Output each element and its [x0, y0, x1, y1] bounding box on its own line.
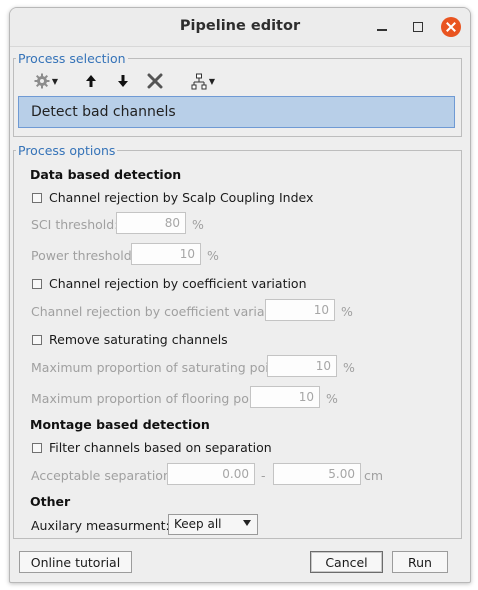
saturating-label: Remove saturating channels [49, 332, 228, 347]
selected-process-item[interactable]: Detect bad channels [31, 104, 176, 120]
sci-rejection-checkbox[interactable] [32, 192, 42, 203]
maximize-button[interactable] [408, 17, 428, 37]
delete-icon [147, 73, 163, 89]
cv-rejection-label: Channel rejection by coefficient variati… [49, 276, 307, 291]
separation-label: Filter channels based on separation [49, 440, 272, 455]
saturating-checkbox-row[interactable]: Remove saturating channels [32, 332, 228, 347]
move-up-button[interactable] [82, 71, 100, 91]
power-threshold-unit: % [207, 248, 219, 263]
gear-menu-button[interactable]: ▼ [30, 71, 62, 91]
separation-unit: cm [364, 468, 384, 483]
chevron-down-icon [243, 520, 251, 526]
cv-value-label: Channel rejection by coefficient variati… [31, 304, 289, 319]
pipeline-editor-window: Pipeline editor Process selection ▼ ▼ De… [9, 7, 471, 583]
auxiliary-measurement-label: Auxilary measurment: [31, 518, 170, 533]
pipeline-tree-icon [191, 73, 207, 89]
max-flooring-input[interactable]: 10 [250, 386, 320, 408]
process-selection-legend: Process selection [18, 51, 126, 66]
separation-dash: - [261, 468, 266, 483]
arrow-down-icon [118, 75, 128, 87]
cancel-button[interactable]: Cancel [310, 551, 383, 573]
chevron-down-icon: ▼ [208, 76, 216, 86]
separation-max-input[interactable]: 5.00 [273, 463, 361, 485]
sci-rejection-label: Channel rejection by Scalp Coupling Inde… [49, 190, 314, 205]
close-button[interactable] [441, 17, 461, 37]
max-flooring-label: Maximum proportion of flooring points [31, 391, 272, 406]
montage-based-detection-heading: Montage based detection [30, 417, 210, 432]
cv-rejection-checkbox-row[interactable]: Channel rejection by coefficient variati… [32, 276, 307, 291]
sci-rejection-checkbox-row[interactable]: Channel rejection by Scalp Coupling Inde… [32, 190, 313, 205]
separation-min-input[interactable]: 0.00 [167, 463, 255, 485]
window-title: Pipeline editor [179, 18, 301, 34]
power-threshold-input[interactable]: 10 [131, 243, 201, 265]
gear-icon [34, 73, 50, 89]
max-saturating-unit: % [343, 360, 355, 375]
cv-value-input[interactable]: 10 [265, 299, 335, 321]
separation-checkbox[interactable] [32, 442, 42, 453]
move-down-button[interactable] [114, 71, 132, 91]
auxiliary-measurement-value: Keep all [174, 517, 222, 531]
other-heading: Other [30, 494, 71, 509]
separation-checkbox-row[interactable]: Filter channels based on separation [32, 440, 272, 455]
arrow-up-icon [86, 75, 96, 87]
chevron-down-icon: ▼ [51, 76, 59, 86]
auxiliary-measurement-select[interactable]: Keep all [168, 514, 258, 535]
acceptable-separation-label: Acceptable separation: [31, 468, 176, 483]
title-bar[interactable]: Pipeline editor [10, 8, 470, 47]
run-button[interactable]: Run [392, 551, 448, 573]
sci-threshold-input[interactable]: 80 [116, 212, 186, 234]
process-list[interactable]: Detect bad channels [18, 96, 455, 128]
minimize-button[interactable] [372, 17, 392, 37]
max-flooring-unit: % [326, 391, 338, 406]
sci-threshold-label: SCI threshold: [31, 217, 119, 232]
online-tutorial-button[interactable]: Online tutorial [19, 551, 132, 573]
pipeline-tree-button[interactable]: ▼ [188, 71, 218, 91]
data-based-detection-heading: Data based detection [30, 167, 182, 182]
max-saturating-label: Maximum proportion of saturating points [31, 360, 289, 375]
cv-rejection-checkbox[interactable] [32, 278, 42, 289]
delete-button[interactable] [145, 71, 165, 91]
cv-value-unit: % [341, 304, 353, 319]
saturating-checkbox[interactable] [32, 334, 42, 345]
process-options-legend: Process options [18, 143, 116, 158]
max-saturating-input[interactable]: 10 [267, 355, 337, 377]
power-threshold-label: Power threshold: [31, 248, 136, 263]
sci-threshold-unit: % [192, 217, 204, 232]
